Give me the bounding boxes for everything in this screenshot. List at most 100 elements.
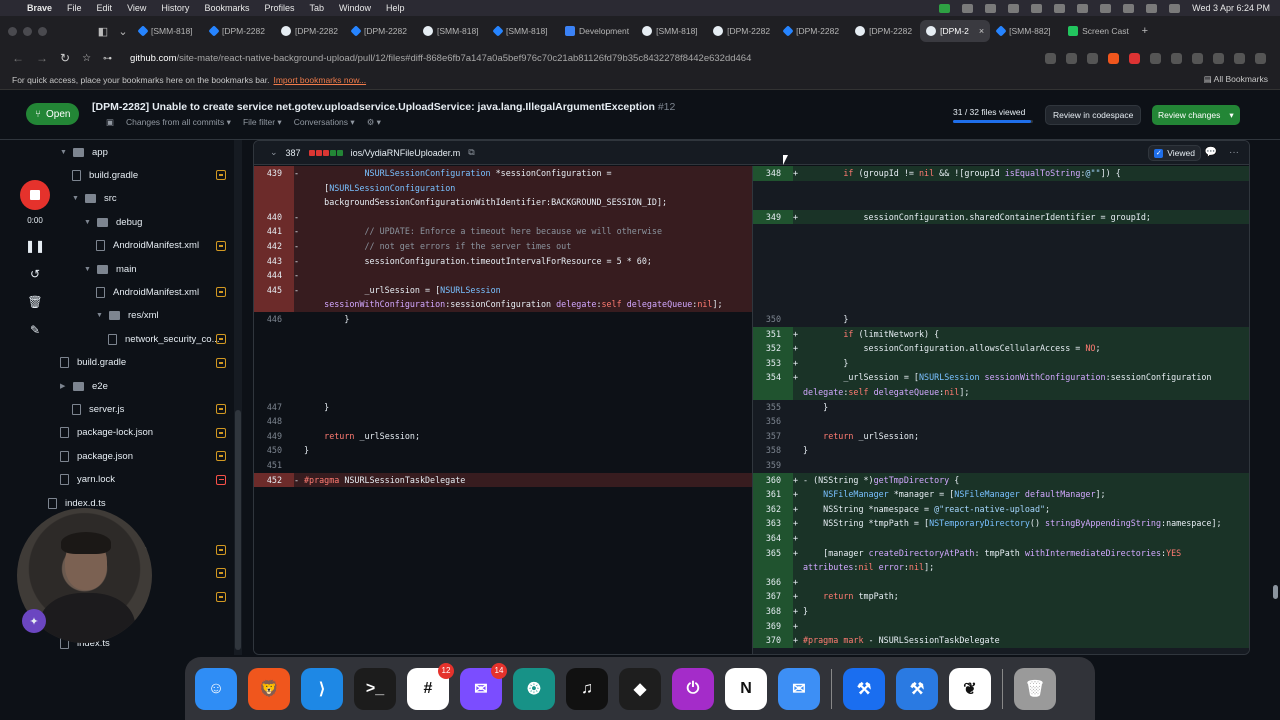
line-number[interactable]: 367: [753, 589, 793, 604]
line-number[interactable]: 358: [753, 443, 793, 458]
diff-line[interactable]: 359: [753, 458, 1249, 473]
notion-dock-icon[interactable]: N: [725, 667, 767, 710]
diff-line[interactable]: 357 return _urlSession;: [753, 429, 1249, 444]
sidebar-icon[interactable]: [1213, 52, 1224, 64]
browser-tab[interactable]: [DPM-2 ×: [920, 20, 991, 42]
tree-file[interactable]: AndroidManifest.xml: [96, 235, 199, 257]
line-number[interactable]: 445: [254, 282, 294, 298]
diff-line[interactable]: 452- #pragma NSURLSessionTaskDelegate: [254, 472, 752, 488]
chevron-icon[interactable]: ▼: [96, 312, 106, 319]
viewed-checkbox[interactable]: ✓ Viewed: [1148, 145, 1201, 161]
diff-line[interactable]: 362 + NSString *namespace = @"react-nativ…: [753, 501, 1249, 517]
diff-line[interactable]: 353 + }: [753, 355, 1249, 371]
messenger-dock-icon[interactable]: ✉ 14: [460, 662, 507, 710]
extension-icon-2[interactable]: [1150, 52, 1161, 64]
diff-line[interactable]: 447 }: [254, 400, 752, 415]
diff-line[interactable]: 370 + #pragma mark - NSURLSessionTaskDeleg…: [753, 633, 1249, 648]
collapse-file-icon[interactable]: ⌄: [270, 147, 278, 158]
line-number[interactable]: [254, 195, 294, 210]
diff-line[interactable]: 358}: [753, 443, 1249, 458]
tree-file[interactable]: package.json: [60, 445, 133, 467]
extensions-icon[interactable]: [1192, 52, 1203, 64]
browser-tab[interactable]: [SMM-818]: [133, 20, 203, 42]
diff-line[interactable]: 440-: [254, 209, 752, 225]
app-menu-name[interactable]: Brave: [27, 3, 52, 13]
tab-search-icon[interactable]: ⌄: [113, 21, 133, 41]
comment-icon[interactable]: 💬: [1205, 147, 1217, 158]
tree-file[interactable]: server.js: [72, 398, 124, 420]
zoom-window-icon[interactable]: [38, 26, 47, 36]
menu-item[interactable]: View: [127, 3, 146, 13]
diff-line[interactable]: 360 + - (NSString *)getTmpDirectory {: [753, 472, 1249, 488]
file-tree-scrollbar[interactable]: [234, 140, 242, 655]
line-number[interactable]: 366: [753, 574, 793, 590]
line-number[interactable]: 449: [254, 429, 294, 444]
diff-line[interactable]: 366 +: [753, 574, 1249, 590]
settings-status-icon[interactable]: [1008, 3, 1020, 13]
line-number[interactable]: 361: [753, 487, 793, 502]
diff-line[interactable]: 361 + NSFileManager *manager = [NSFileMan…: [753, 487, 1249, 502]
line-number[interactable]: 356: [753, 414, 793, 429]
xcode-dock-icon[interactable]: ⚒: [843, 667, 885, 710]
line-number[interactable]: 365: [753, 545, 793, 561]
copy-path-icon[interactable]: ⧉: [468, 147, 474, 158]
tree-folder[interactable]: ▼ main: [84, 258, 137, 280]
tree-file[interactable]: yarn.lock: [60, 469, 115, 491]
menu-item[interactable]: Edit: [97, 3, 113, 13]
line-number[interactable]: 439: [254, 166, 294, 181]
minimize-window-icon[interactable]: [23, 26, 32, 36]
pen-icon[interactable]: ✎: [30, 323, 40, 337]
line-number[interactable]: [254, 180, 294, 196]
browser-tab[interactable]: [DPM-2282: [778, 20, 848, 42]
file-tree-scrollbar-thumb[interactable]: [235, 410, 241, 650]
diff-line[interactable]: attributes:nil error:nil];: [753, 560, 1249, 575]
menu-item[interactable]: History: [161, 3, 189, 13]
site-info-icon[interactable]: ⊶: [103, 53, 112, 64]
close-window-icon[interactable]: [8, 26, 17, 36]
line-number[interactable]: 448: [254, 414, 294, 429]
file-path[interactable]: ios/VydiaRNFileUploader.m: [351, 148, 461, 158]
line-number[interactable]: 364: [753, 531, 793, 546]
line-number[interactable]: 441: [254, 224, 294, 239]
line-number[interactable]: 348: [753, 166, 793, 181]
search-icon[interactable]: [1146, 3, 1158, 13]
file-tree-toggle-icon[interactable]: ▣: [106, 117, 114, 128]
line-number[interactable]: [753, 560, 793, 575]
diff-line[interactable]: 356: [753, 414, 1249, 429]
line-number[interactable]: 350: [753, 312, 793, 327]
spotify-dock-icon[interactable]: ♫: [566, 667, 608, 710]
timer-status-icon[interactable]: [1031, 3, 1043, 13]
trash-icon[interactable]: 🗑: [27, 295, 42, 309]
review-changes-button[interactable]: Review changes ▾: [1152, 105, 1240, 125]
tree-file[interactable]: AndroidManifest.xml: [96, 281, 199, 303]
diff-line[interactable]: 365 + [manager createDirectoryAtPath: tmp…: [753, 545, 1249, 561]
conversations-dropdown[interactable]: Conversations ▾: [294, 117, 355, 128]
bookmark-icon[interactable]: ☆: [82, 53, 91, 64]
line-number[interactable]: 354: [753, 370, 793, 385]
extension-icon-3[interactable]: [1171, 52, 1182, 64]
mic-status-icon[interactable]: [1054, 3, 1066, 13]
diff-line[interactable]: 352 + sessionConfiguration.allowsCellular…: [753, 341, 1249, 356]
diff-line[interactable]: 444-: [254, 268, 752, 283]
diff-line[interactable]: 450}: [254, 443, 752, 458]
tree-file[interactable]: build.gradle: [60, 352, 126, 374]
diff-line[interactable]: 348 + if (groupId != nil && ![groupId isE…: [753, 166, 1249, 181]
line-number[interactable]: [254, 297, 294, 312]
cast-icon[interactable]: [1045, 52, 1056, 64]
line-number[interactable]: 360: [753, 472, 793, 488]
line-number[interactable]: 446: [254, 312, 294, 327]
chevron-icon[interactable]: ▼: [60, 149, 70, 156]
diff-line[interactable]: 367 + return tmpPath;: [753, 589, 1249, 604]
diff-line[interactable]: 442- // not get errors if the server tim…: [254, 239, 752, 254]
url-field[interactable]: github.com/site-mate/react-native-backgr…: [130, 53, 751, 64]
back-icon[interactable]: ←: [12, 51, 24, 65]
diff-line[interactable]: 351 + if (limitNetwork) {: [753, 326, 1249, 342]
vscode-dock-icon[interactable]: ⟩: [301, 667, 343, 710]
menu-item[interactable]: Profiles: [264, 3, 294, 13]
control-center-icon[interactable]: [1169, 3, 1181, 13]
line-number[interactable]: 450: [254, 443, 294, 458]
line-number[interactable]: 443: [254, 253, 294, 269]
line-number[interactable]: 359: [753, 458, 793, 473]
line-number[interactable]: 357: [753, 429, 793, 444]
trash-dock-icon[interactable]: 🗑: [1014, 667, 1056, 710]
